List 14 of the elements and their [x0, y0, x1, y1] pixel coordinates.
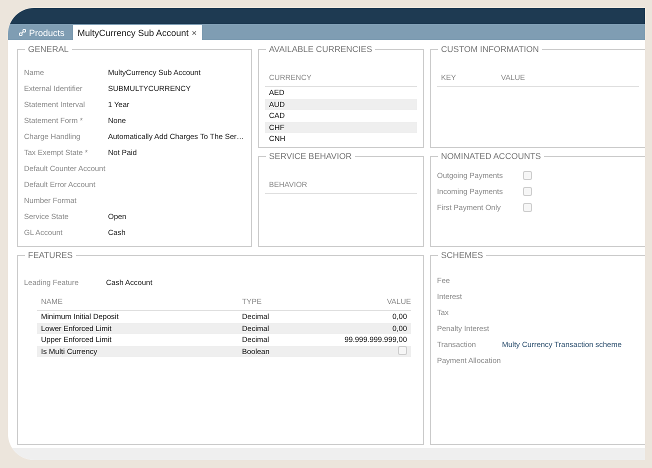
checkbox[interactable]: [523, 170, 532, 180]
section-title: SERVICE BEHAVIOR: [268, 151, 353, 161]
link-icon: [19, 29, 26, 36]
section-title: AVAILABLE CURRENCIES: [268, 44, 374, 54]
section-title: NOMINATED ACCOUNTS: [440, 151, 542, 161]
close-icon[interactable]: ×: [192, 28, 197, 38]
checkbox[interactable]: [523, 202, 532, 212]
checkbox[interactable]: [398, 346, 407, 355]
tab[interactable]: MultyCurrency Sub Account ×: [72, 25, 202, 40]
section-title: FEATURES: [27, 250, 74, 260]
checkbox[interactable]: [523, 186, 532, 196]
section-title: CUSTOM INFORMATION: [440, 44, 540, 54]
section-title: GENERAL: [27, 44, 70, 54]
section-title: SCHEMES: [440, 250, 484, 260]
